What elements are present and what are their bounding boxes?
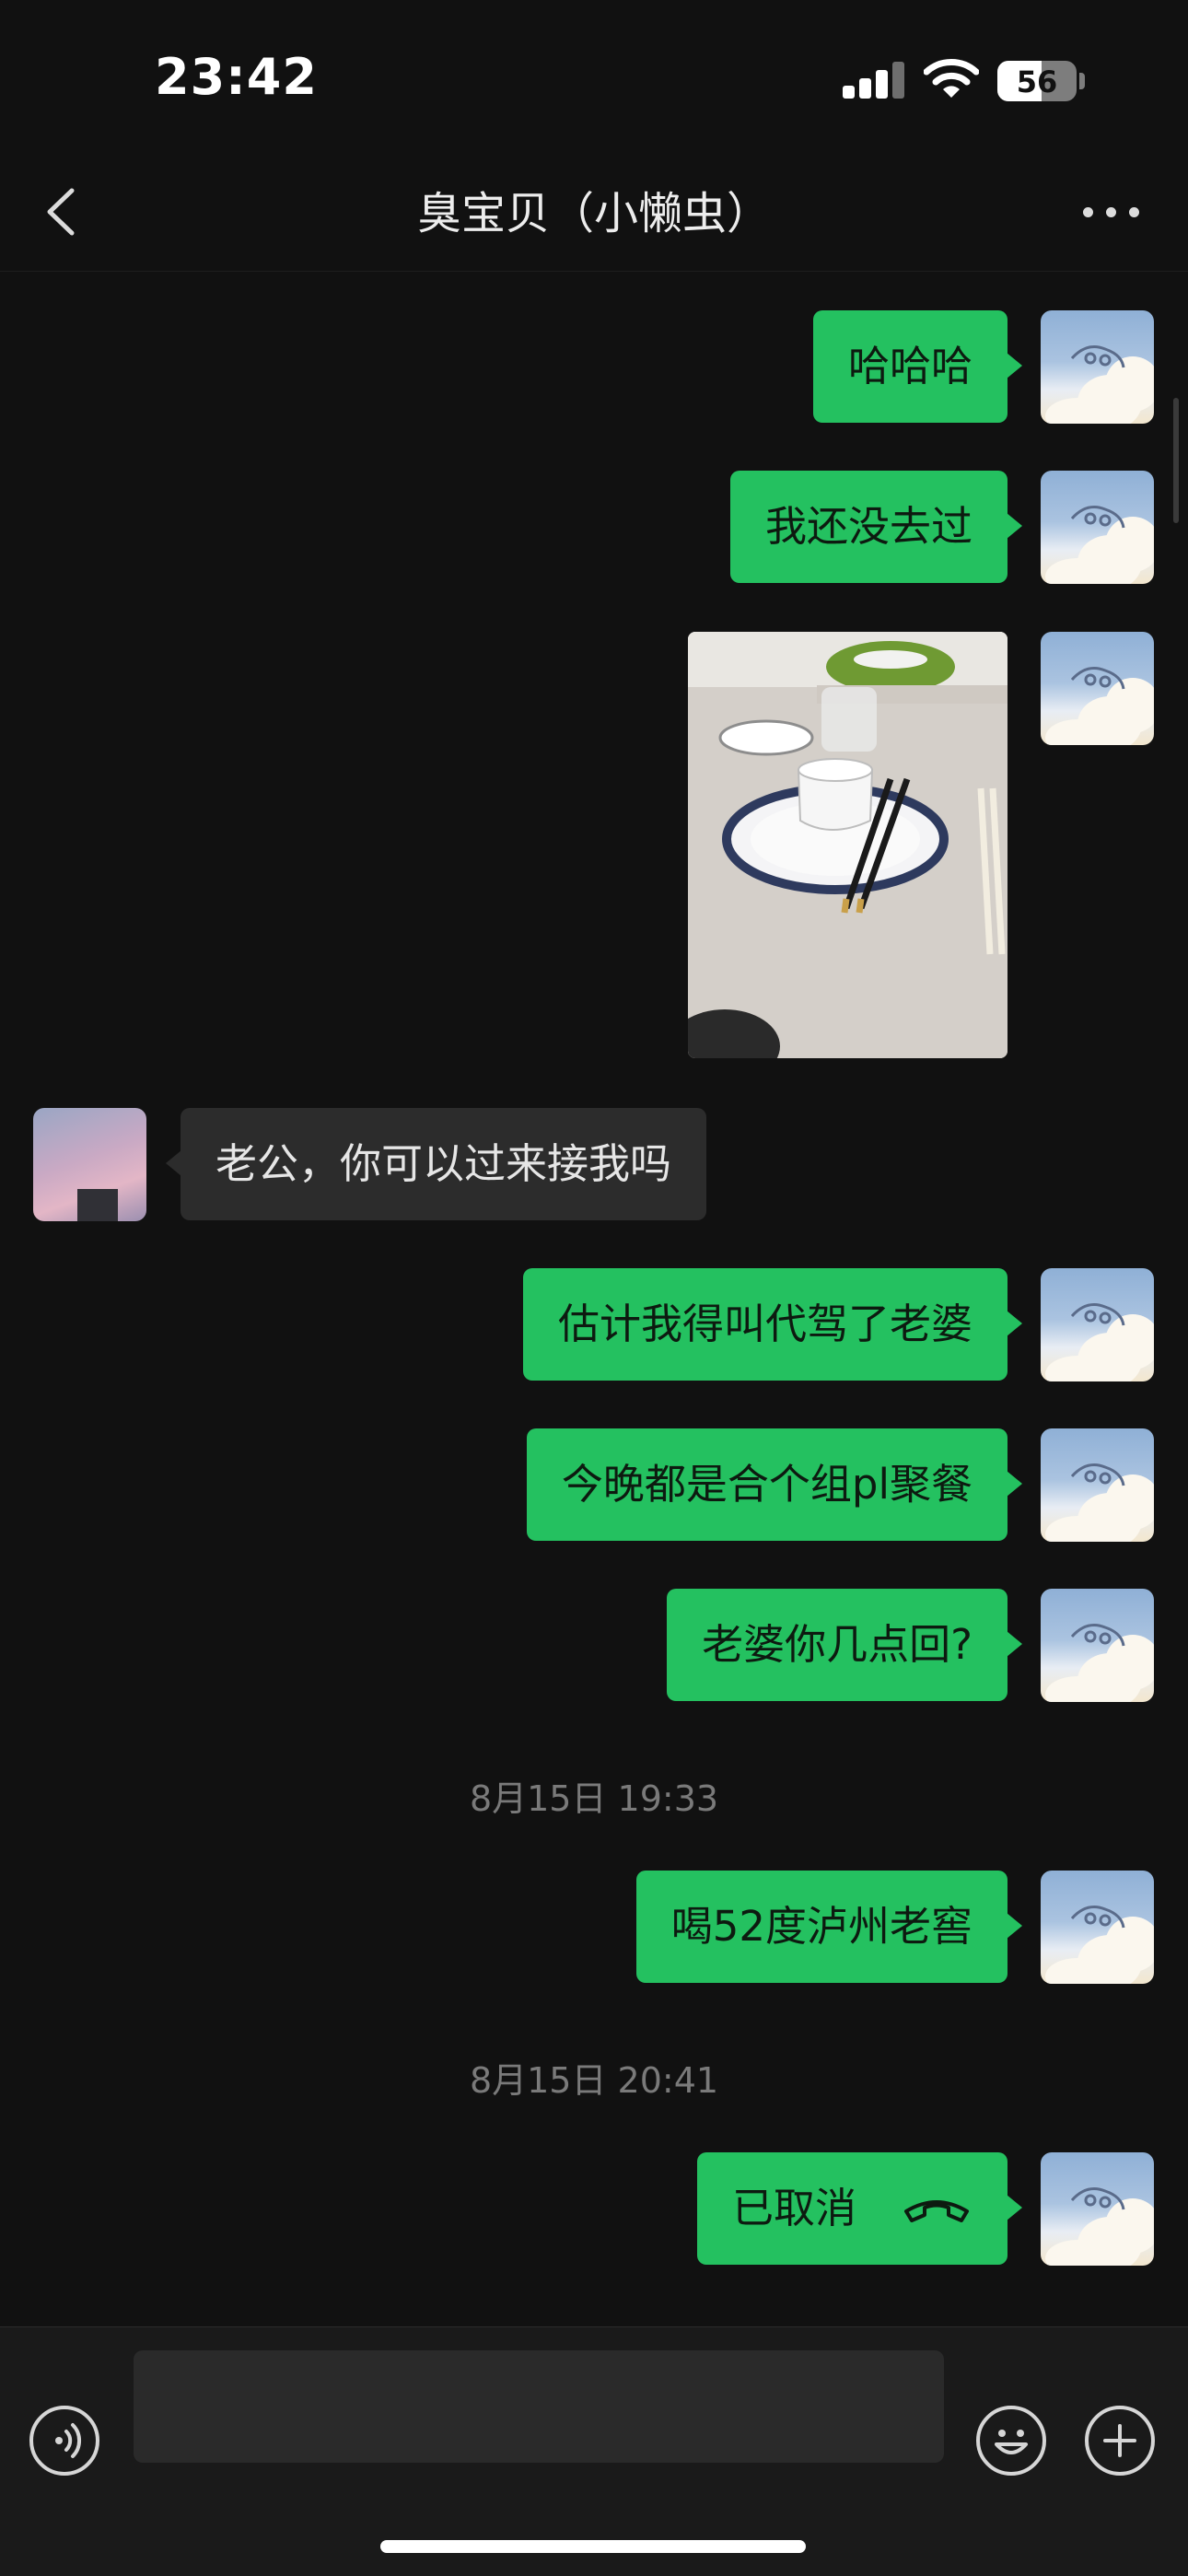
message-bubble-outgoing[interactable]: 我还没去过 (729, 471, 1023, 583)
status-time: 23:42 (155, 48, 318, 106)
plus-icon[interactable] (1085, 2406, 1155, 2476)
chat-header: 臭宝贝（小懒虫） (0, 157, 1188, 272)
chat-title: 臭宝贝（小懒虫） (416, 188, 771, 239)
timestamp: 8月15日 20:41 (469, 2060, 719, 2101)
message-bubble-outgoing[interactable]: 喝52度泸州老窖 (635, 1871, 1023, 1983)
battery-level: 56 (1016, 64, 1058, 99)
message-bubble-incoming[interactable]: 老公，你可以过来接我吗 (165, 1108, 707, 1220)
message-bubble-outgoing[interactable]: 哈哈哈 (812, 310, 1023, 423)
contact-avatar[interactable] (33, 1108, 146, 1221)
my-avatar[interactable] (1041, 632, 1154, 745)
my-avatar[interactable] (1041, 2152, 1154, 2266)
my-avatar[interactable] (1041, 1871, 1154, 1984)
emoji-icon[interactable] (976, 2406, 1046, 2476)
home-indicator[interactable] (380, 2540, 806, 2553)
message-bubble-outgoing[interactable]: 估计我得叫代驾了老婆 (522, 1268, 1023, 1381)
message-bubble-outgoing[interactable]: 今晚都是合个组pl聚餐 (526, 1428, 1023, 1541)
phone-hangup-icon (904, 2200, 969, 2222)
scrollbar[interactable] (1173, 398, 1179, 523)
photo-message[interactable] (688, 632, 1007, 1058)
wifi-icon (924, 59, 979, 98)
my-avatar[interactable] (1041, 310, 1154, 424)
my-avatar[interactable] (1041, 1268, 1154, 1381)
call-status-text: 已取消 (731, 2184, 856, 2232)
cellular-signal-icon (843, 62, 905, 99)
battery-icon: 56 (997, 61, 1077, 101)
my-avatar[interactable] (1041, 1589, 1154, 1702)
timestamp: 8月15日 19:33 (469, 1778, 719, 1819)
my-avatar[interactable] (1041, 471, 1154, 584)
voice-icon[interactable] (29, 2406, 99, 2476)
message-input[interactable] (134, 2350, 944, 2463)
battery-tip (1079, 73, 1085, 89)
ellipsis-icon[interactable] (1079, 203, 1144, 225)
message-bubble-outgoing[interactable]: 老婆你几点回? (667, 1589, 1022, 1701)
call-cancelled-bubble[interactable]: 已取消 (696, 2152, 1023, 2265)
composer-bar (0, 2326, 1188, 2576)
status-bar: 23:42 56 (0, 0, 1188, 157)
my-avatar[interactable] (1041, 1428, 1154, 1542)
chevron-left-icon[interactable] (37, 180, 92, 244)
